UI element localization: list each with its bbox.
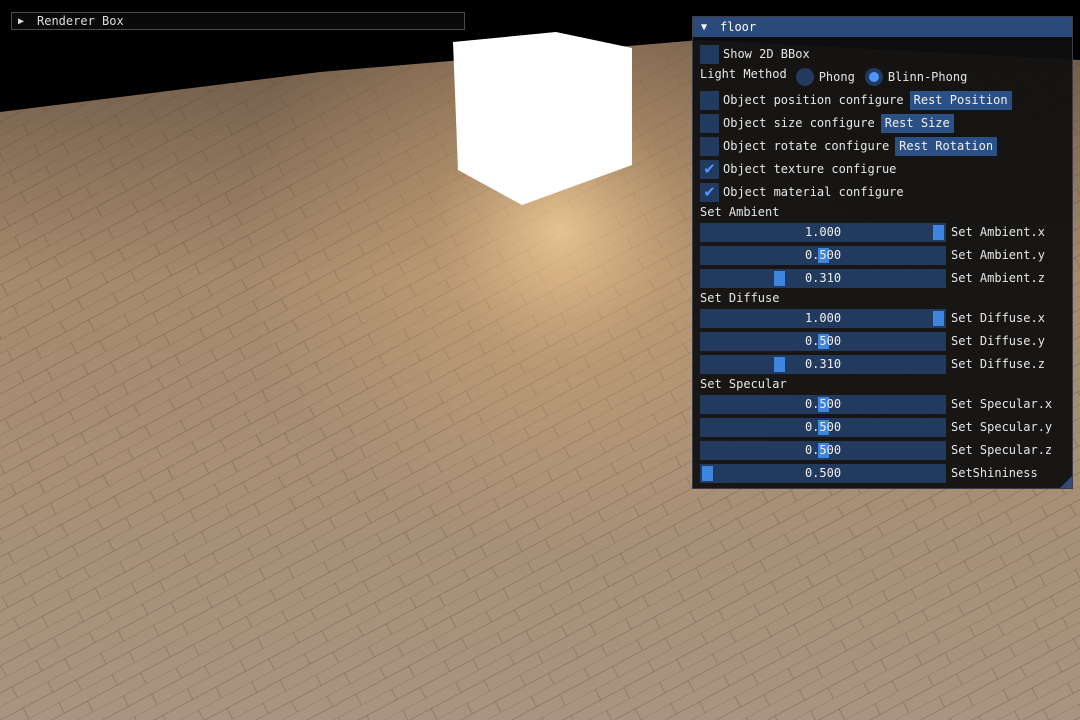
slider-label: Set Specular.z (951, 443, 1053, 457)
slider-value: 0.310 (804, 270, 842, 285)
specular-z-slider[interactable]: 0.500 (700, 440, 946, 460)
slider-label: Set Diffuse.x (951, 311, 1045, 325)
slider-value: 0.500 (804, 442, 842, 457)
show-bbox-checkbox[interactable] (700, 44, 719, 64)
position-config-label: Object position configure (723, 93, 904, 107)
triangle-down-icon[interactable]: ▼ (701, 22, 711, 33)
rotate-config-checkbox[interactable] (700, 136, 719, 156)
rest-size-button[interactable]: Rest Size (880, 113, 954, 133)
texture-config-checkbox[interactable]: ✔ (700, 159, 719, 179)
show-bbox-label: Show 2D BBox (723, 47, 810, 61)
ambient-x-row: 1.000 Set Ambient.x (700, 222, 1045, 242)
radio-selected-dot (868, 72, 879, 82)
diffuse-header: Set Diffuse (700, 291, 780, 305)
slider-label: Set Ambient.x (951, 225, 1045, 239)
slider-value: 0.500 (804, 333, 842, 348)
diffuse-x-slider[interactable]: 1.000 (700, 308, 946, 328)
light-method-label: Light Method (700, 67, 787, 81)
slider-value: 0.500 (804, 247, 842, 262)
phong-radio[interactable] (795, 68, 814, 86)
blinn-phong-label: Blinn-Phong (887, 70, 968, 84)
position-config-checkbox[interactable] (700, 90, 719, 110)
texture-config-label: Object texture configrue (723, 162, 897, 176)
floor-panel: ▼ floor Show 2D BBox Light Method Phong … (692, 16, 1073, 489)
rest-rotation-button[interactable]: Rest Rotation (895, 136, 998, 156)
panel-titlebar[interactable]: ▼ floor (693, 17, 1072, 37)
size-config-checkbox[interactable] (700, 113, 719, 133)
diffuse-z-slider[interactable]: 0.310 (700, 354, 946, 374)
slider-label: Set Specular.y (951, 420, 1053, 434)
specular-y-slider[interactable]: 0.500 (700, 417, 946, 437)
show-bbox-row: Show 2D BBox (700, 44, 810, 64)
renderer-box-title: Renderer Box (37, 14, 124, 28)
specular-x-slider[interactable]: 0.500 (700, 394, 946, 414)
ambient-y-slider[interactable]: 0.500 (700, 245, 946, 265)
ambient-y-row: 0.500 Set Ambient.y (700, 245, 1045, 265)
diffuse-y-row: 0.500 Set Diffuse.y (700, 331, 1045, 351)
slider-value: 0.500 (804, 419, 842, 434)
texture-config-row: ✔ Object texture configrue (700, 159, 896, 179)
slider-value: 1.000 (804, 310, 842, 325)
rest-position-button[interactable]: Rest Position (909, 90, 1012, 110)
slider-label: Set Diffuse.y (951, 334, 1045, 348)
specular-y-row: 0.500 Set Specular.y (700, 417, 1052, 437)
material-config-label: Object material configure (723, 185, 904, 199)
ambient-x-slider[interactable]: 1.000 (700, 222, 946, 242)
resize-grip[interactable] (1060, 476, 1072, 488)
slider-label: Set Ambient.y (951, 248, 1045, 262)
slider-label: Set Diffuse.z (951, 357, 1045, 371)
slider-label: Set Specular.x (951, 397, 1053, 411)
ambient-z-slider[interactable]: 0.310 (700, 268, 946, 288)
slider-label: SetShininess (951, 466, 1038, 480)
slider-value: 0.500 (804, 465, 842, 480)
specular-x-row: 0.500 Set Specular.x (700, 394, 1052, 414)
checkmark-icon: ✔ (703, 159, 716, 178)
position-config-row: Object position configure Rest Position (700, 90, 1012, 110)
rotate-config-label: Object rotate configure (723, 139, 890, 153)
shininess-row: 0.500 SetShininess (700, 463, 1038, 483)
material-config-checkbox[interactable]: ✔ (700, 182, 719, 202)
panel-title: floor (720, 20, 757, 34)
slider-value: 0.500 (804, 396, 842, 411)
diffuse-y-slider[interactable]: 0.500 (700, 331, 946, 351)
triangle-right-icon[interactable]: ▶ (18, 16, 28, 27)
rotate-config-row: Object rotate configure Rest Rotation (700, 136, 998, 156)
phong-label: Phong (818, 70, 855, 84)
slider-value: 1.000 (804, 224, 842, 239)
specular-z-row: 0.500 Set Specular.z (700, 440, 1052, 460)
diffuse-x-row: 1.000 Set Diffuse.x (700, 308, 1045, 328)
material-config-row: ✔ Object material configure (700, 182, 904, 202)
renderer-box-window[interactable]: ▶ Renderer Box (11, 12, 465, 30)
slider-value: 0.310 (804, 356, 842, 371)
specular-header: Set Specular (700, 377, 787, 391)
blinn-phong-radio[interactable] (864, 68, 883, 86)
size-config-row: Object size configure Rest Size (700, 113, 954, 133)
ambient-header: Set Ambient (700, 205, 780, 219)
checkmark-icon: ✔ (703, 182, 716, 201)
size-config-label: Object size configure (723, 116, 875, 130)
ambient-z-row: 0.310 Set Ambient.z (700, 268, 1045, 288)
shininess-slider[interactable]: 0.500 (700, 463, 946, 483)
light-method-row: Light Method Phong Blinn-Phong (700, 67, 967, 87)
slider-label: Set Ambient.z (951, 271, 1045, 285)
diffuse-z-row: 0.310 Set Diffuse.z (700, 354, 1045, 374)
